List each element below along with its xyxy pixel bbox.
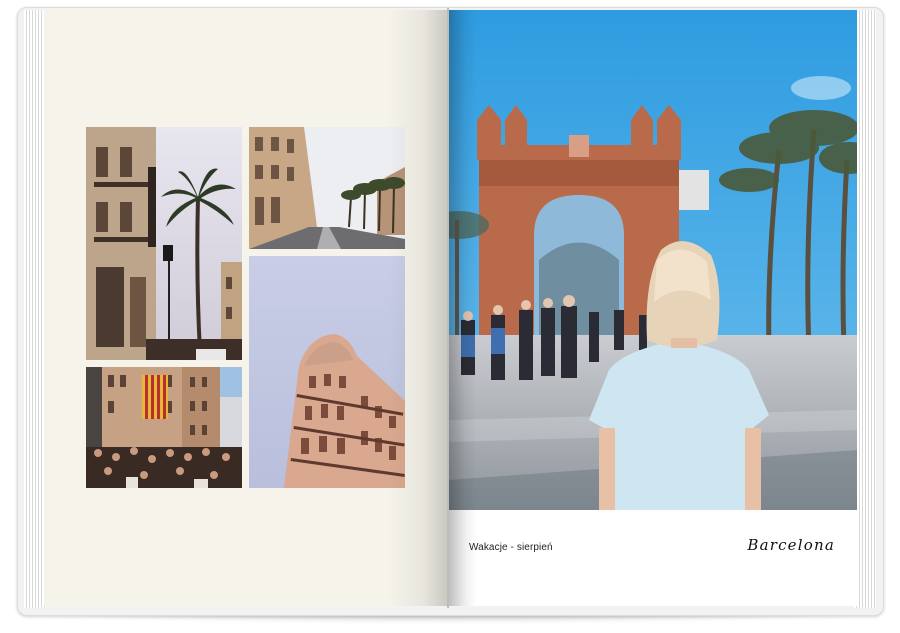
photobook-scene: Wakacje - sierpień Barcelona: [0, 0, 900, 633]
page-edges-right: [854, 10, 876, 608]
caption-location: Barcelona: [747, 536, 835, 554]
right-gutter-shadow: [449, 10, 477, 606]
photo-palm-avenue: [249, 127, 405, 249]
photo-street-palm: [86, 127, 242, 360]
caption-date: Wakacje - sierpień: [469, 542, 553, 553]
photo-corner-building-image: [249, 256, 405, 488]
right-page: Wakacje - sierpień Barcelona: [449, 10, 857, 606]
photo-crowd-flag-image: [86, 367, 242, 488]
photo-arch-woman: [449, 10, 857, 510]
photo-crowd-flag: [86, 367, 242, 488]
page-edges-left: [24, 10, 46, 608]
photo-corner-building: [249, 256, 405, 488]
photo-arch-woman-image: [449, 10, 857, 510]
left-gutter-shadow: [388, 10, 448, 606]
photo-palm-avenue-image: [249, 127, 405, 249]
photo-street-palm-image: [86, 127, 242, 360]
left-page: [44, 10, 448, 606]
